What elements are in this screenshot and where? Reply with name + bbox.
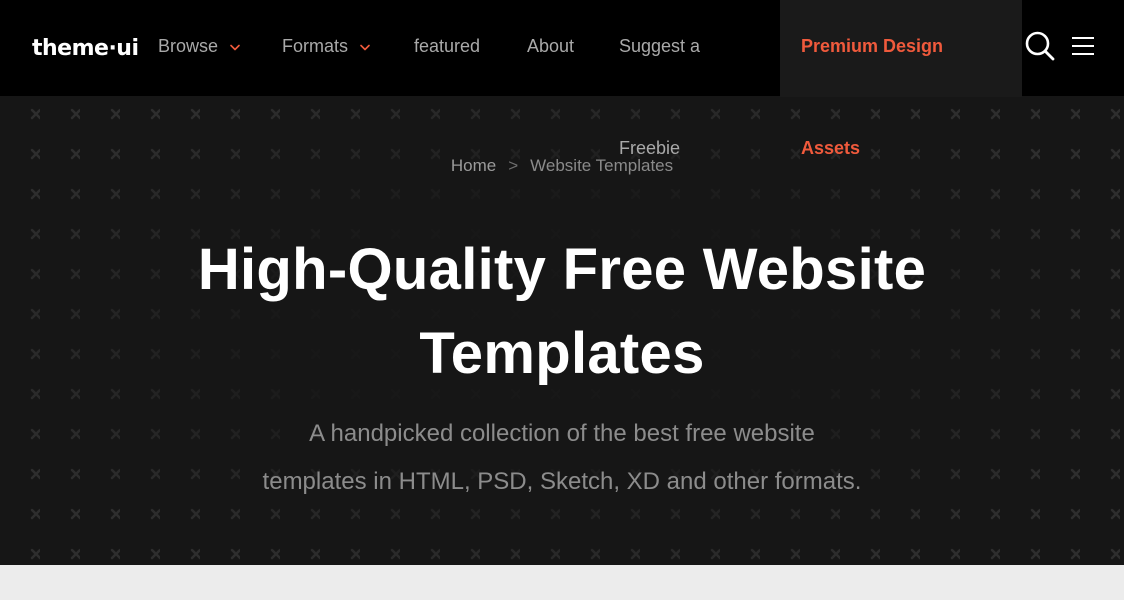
page-subtitle-line-2: templates in HTML, PSD, Sketch, XD and o… [262,468,862,495]
nav-browse[interactable]: Browse [158,34,240,59]
chevron-down-icon [230,33,240,57]
chevron-down-icon [360,33,370,57]
hamburger-menu-icon [1072,37,1094,55]
nav-formats[interactable]: Formats [282,34,370,59]
breadcrumb-home-link[interactable]: Home [451,156,496,175]
content-area-top [0,565,1124,600]
page-subtitle: A handpicked collection of the best free… [200,410,924,506]
nav-suggest-freebie[interactable]: Suggest a [619,34,700,58]
menu-button[interactable] [1071,35,1095,57]
nav-about[interactable]: About [527,34,574,58]
nav-premium-assets[interactable]: Premium Design [801,34,943,58]
search-icon [1025,31,1055,61]
breadcrumb-separator: > [508,156,519,175]
search-button[interactable] [1024,30,1056,62]
breadcrumb: Home > Website Templates [0,154,1124,178]
page-subtitle-line-1: A handpicked collection of the best free… [309,420,815,447]
page-title: High-Quality Free Website Templates [112,228,1012,396]
breadcrumb-current: Website Templates [530,156,674,175]
site-logo[interactable]: theme·ui [32,34,139,64]
nav-featured[interactable]: featured [414,34,480,58]
nav-browse-label: Browse [158,36,219,56]
page-title-line-1: High-Quality Free Website [197,237,927,302]
nav-formats-label: Formats [282,36,349,56]
page-title-line-2: Templates [419,321,705,386]
